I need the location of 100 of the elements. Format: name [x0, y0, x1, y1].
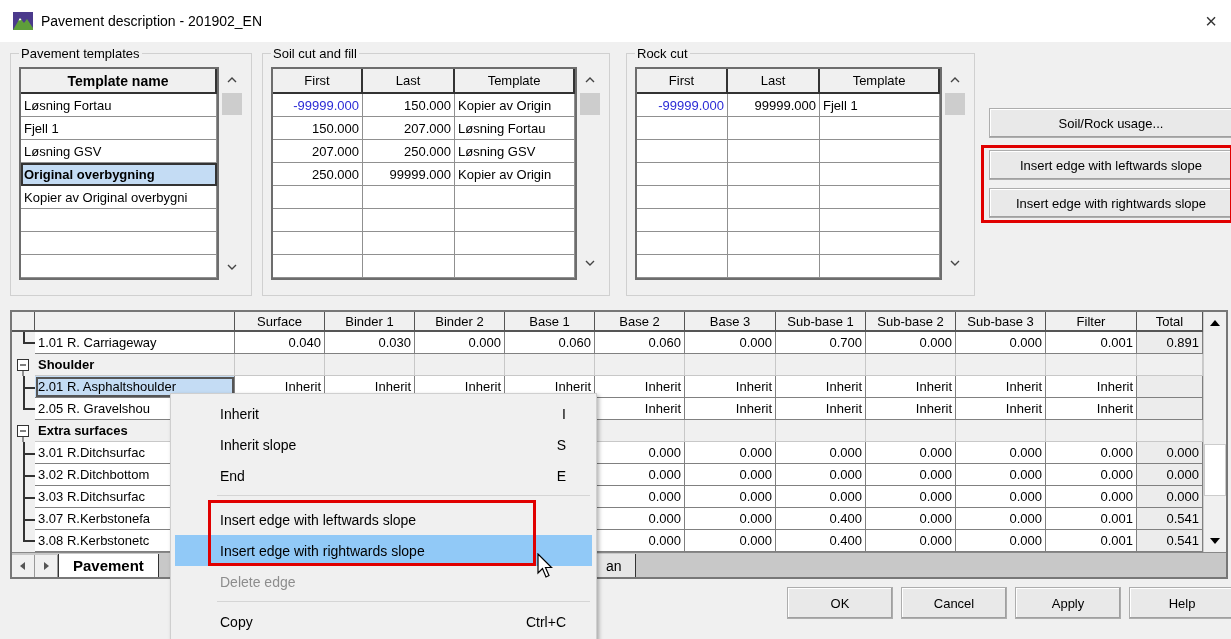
- table-cell: 0.000: [685, 486, 776, 508]
- column-header[interactable]: Sub-base 2: [866, 312, 956, 332]
- scroll-down-icon[interactable]: [949, 258, 961, 268]
- table-cell: 0.000: [685, 442, 776, 464]
- row-name[interactable]: 2.01 R. Asphaltshoulder: [35, 376, 235, 398]
- table-cell: 0.060: [505, 332, 595, 354]
- table-cell: 0.040: [235, 332, 325, 354]
- tree-line: [23, 332, 35, 344]
- table-cell: 0.000: [595, 508, 685, 530]
- scroll-up-icon[interactable]: [1209, 318, 1221, 328]
- table-cell: Inherit: [866, 398, 956, 420]
- table-cell: 207.000: [363, 117, 455, 140]
- dialog-button[interactable]: Apply: [1015, 587, 1121, 619]
- row-name[interactable]: 1.01 R. Carriageway: [35, 332, 235, 354]
- table-cell: 0.000: [866, 508, 956, 530]
- column-header[interactable]: Last: [363, 69, 455, 94]
- scroll-up-icon[interactable]: [584, 75, 596, 85]
- table-cell: 150.000: [363, 94, 455, 117]
- table-cell: 0.000: [1046, 464, 1137, 486]
- table-cell: 0.000: [595, 464, 685, 486]
- table-cell: 0.000: [956, 442, 1046, 464]
- table-cell: Inherit: [776, 398, 866, 420]
- column-header[interactable]: Sub-base 3: [956, 312, 1046, 332]
- action-button[interactable]: Soil/Rock usage...: [989, 108, 1231, 138]
- table-cell: 250.000: [363, 140, 455, 163]
- group-label: Pavement templates: [20, 46, 141, 61]
- menu-item[interactable]: Copy Ctrl+C: [175, 606, 592, 637]
- table-cell: 0.541: [1137, 530, 1203, 552]
- table-cell: 0.000: [956, 508, 1046, 530]
- dialog-button[interactable]: Cancel: [901, 587, 1007, 619]
- table-cell: Inherit: [956, 398, 1046, 420]
- scroll-right-icon[interactable]: [41, 561, 51, 571]
- tree-line: [23, 486, 35, 508]
- table-cell: 0.001: [1046, 332, 1137, 354]
- table-cell: Inherit: [595, 398, 685, 420]
- table-cell: 0.000: [866, 442, 956, 464]
- action-button[interactable]: Insert edge with rightwards slope: [989, 188, 1231, 218]
- table-cell: 0.000: [956, 530, 1046, 552]
- column-header[interactable]: Base 2: [595, 312, 685, 332]
- list-item[interactable]: Kopier av Original overbygni: [21, 186, 217, 209]
- table-cell: 0.541: [1137, 508, 1203, 530]
- table-cell: 0.000: [866, 464, 956, 486]
- list-item[interactable]: Løsning Fortau: [21, 94, 217, 117]
- column-header[interactable]: Sub-base 1: [776, 312, 866, 332]
- column-header[interactable]: Total: [1137, 312, 1203, 332]
- cursor-icon: [537, 553, 555, 579]
- table-cell: 0.001: [1046, 508, 1137, 530]
- dialog-button[interactable]: OK: [787, 587, 893, 619]
- scroll-down-icon[interactable]: [1209, 536, 1221, 546]
- table-cell: 0.000: [685, 530, 776, 552]
- table-cell: 0.000: [1137, 464, 1203, 486]
- scroll-up-icon[interactable]: [226, 75, 238, 85]
- scroll-thumb[interactable]: [580, 93, 600, 115]
- table-cell: -99999.000: [637, 94, 728, 117]
- table-cell: 0.000: [1046, 442, 1137, 464]
- column-header[interactable]: Surface: [235, 312, 325, 332]
- column-header[interactable]: First: [273, 69, 363, 94]
- scroll-up-icon[interactable]: [949, 75, 961, 85]
- table-cell: Løsning GSV: [455, 140, 575, 163]
- scrollbar[interactable]: [1203, 312, 1226, 552]
- scroll-left-icon[interactable]: [18, 561, 28, 571]
- table-cell: 0.000: [956, 464, 1046, 486]
- table-cell: 0.000: [776, 464, 866, 486]
- sheet-tab[interactable]: Pavement: [58, 554, 159, 577]
- table-cell: Inherit: [776, 376, 866, 398]
- table-cell: 0.000: [1046, 486, 1137, 508]
- scroll-thumb[interactable]: [222, 93, 242, 115]
- list-item[interactable]: Fjell 1: [21, 117, 217, 140]
- action-button[interactable]: Insert edge with leftwards slope: [989, 150, 1231, 180]
- column-header[interactable]: Template: [820, 69, 940, 94]
- dialog-button[interactable]: Help: [1129, 587, 1231, 619]
- table-cell: 0.060: [595, 332, 685, 354]
- table-cell: 0.000: [866, 530, 956, 552]
- close-button[interactable]: ×: [1201, 9, 1221, 33]
- mountain-icon: [13, 12, 33, 30]
- table-cell: 0.000: [415, 332, 505, 354]
- group-label: Rock cut: [636, 46, 689, 61]
- table-cell: 0.000: [595, 530, 685, 552]
- column-header[interactable]: Template: [455, 69, 575, 94]
- scroll-down-icon[interactable]: [584, 258, 596, 268]
- column-header[interactable]: Filter: [1046, 312, 1137, 332]
- table-cell: 150.000: [273, 117, 363, 140]
- table-cell: Inherit: [1046, 398, 1137, 420]
- column-header[interactable]: Binder 2: [415, 312, 505, 332]
- column-header[interactable]: Binder 1: [325, 312, 415, 332]
- tree-line: [23, 442, 35, 464]
- scroll-thumb[interactable]: [1204, 444, 1226, 496]
- table-cell: 0.891: [1137, 332, 1203, 354]
- group-name: Shoulder: [35, 354, 235, 376]
- list-item[interactable]: Original overbygning: [21, 163, 217, 186]
- column-header[interactable]: Template name: [21, 69, 217, 94]
- column-header[interactable]: Last: [728, 69, 820, 94]
- table-cell: 207.000: [273, 140, 363, 163]
- scroll-down-icon[interactable]: [226, 262, 238, 272]
- table-cell: 0.000: [956, 332, 1046, 354]
- scroll-thumb[interactable]: [945, 93, 965, 115]
- column-header[interactable]: Base 1: [505, 312, 595, 332]
- column-header[interactable]: Base 3: [685, 312, 776, 332]
- table-cell: 0.000: [866, 332, 956, 354]
- column-header[interactable]: First: [637, 69, 728, 94]
